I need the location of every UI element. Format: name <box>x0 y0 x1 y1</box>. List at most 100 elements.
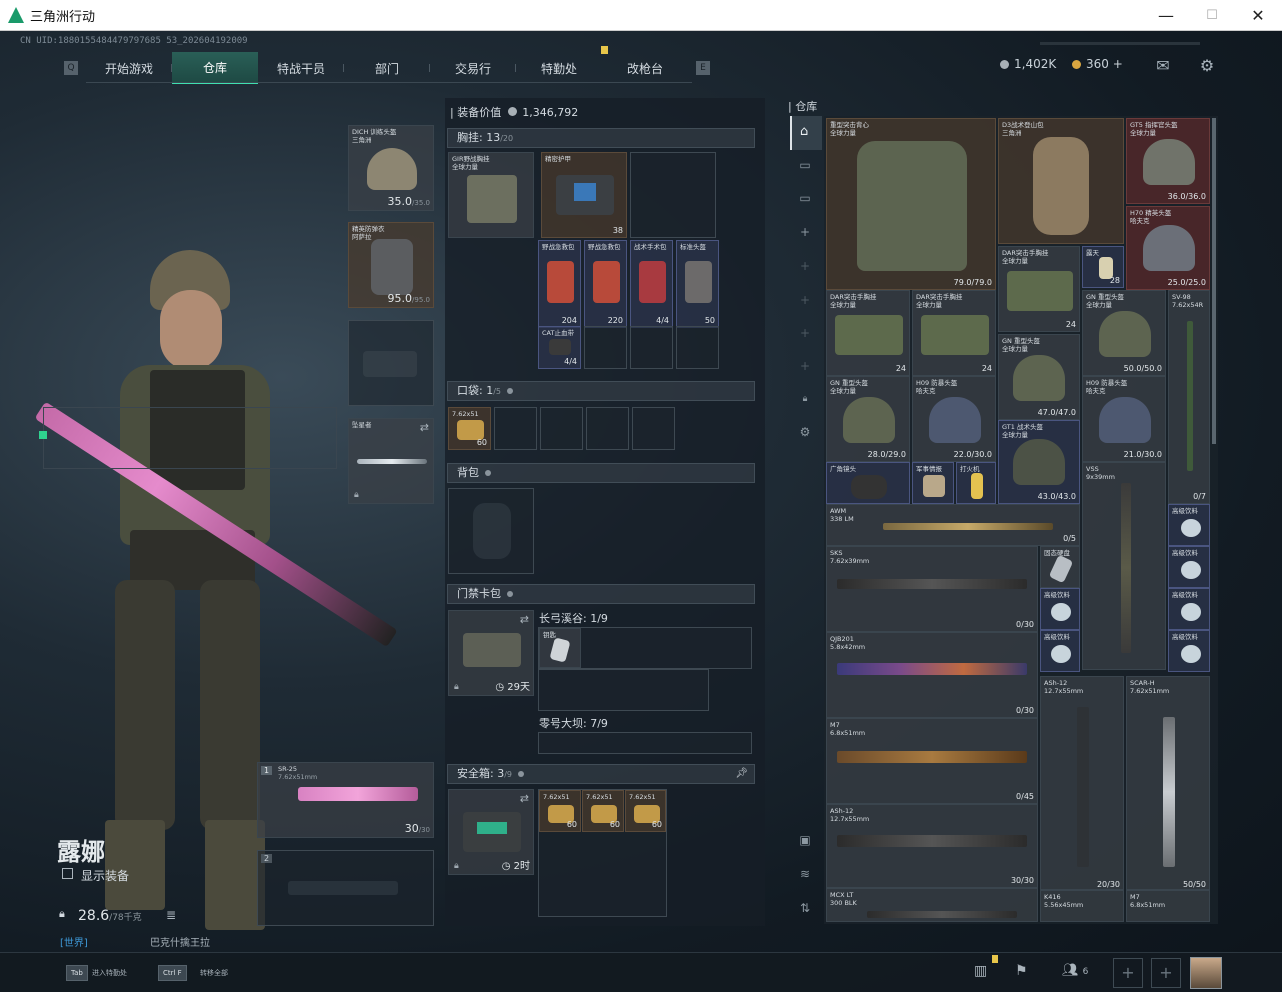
tab-department[interactable]: 部门 <box>344 52 430 84</box>
show-equipment-checkbox[interactable] <box>62 868 73 879</box>
keycard-item[interactable]: 钥匙 <box>539 628 581 668</box>
tab-market[interactable]: 交易行 <box>430 52 516 84</box>
mail-icon[interactable]: ✉ <box>1153 56 1173 75</box>
safe-ammo-item[interactable]: 7.62x51 60 <box>625 790 666 832</box>
add-storage-tab-icon[interactable]: + <box>797 325 813 341</box>
storage-item-drink[interactable]: 高级饮料 <box>1168 504 1210 546</box>
add-storage-tab-icon[interactable]: + <box>797 292 813 308</box>
secondary-weapon-slot[interactable]: 2 <box>257 850 434 926</box>
organize-icon[interactable]: ⇅ <box>797 900 813 916</box>
storage-item-dar-rig[interactable]: DAR突击手胸挂 全球力量 24 <box>826 290 910 376</box>
storage-item-drink[interactable]: 高级饮料 <box>1168 588 1210 630</box>
storage-item-h70-helmet[interactable]: H70 精英头盔 哈夫克 25.0/25.0 <box>1126 206 1210 290</box>
melee-slot[interactable]: 坠星者 ⇄ 🔒︎ <box>348 418 434 504</box>
sort-icon[interactable]: ▣ <box>797 832 813 848</box>
storage-item-intel[interactable]: 军事情报 <box>912 462 954 504</box>
storage-item-gn-helmet[interactable]: GN 重型头盔 全球力量 50.0/50.0 <box>1082 290 1166 376</box>
lock-icon[interactable]: 🔒︎ <box>797 391 813 407</box>
list-icon[interactable]: ≣ <box>166 908 176 922</box>
tab-start-game[interactable]: 开始游戏 <box>86 52 172 84</box>
flag-icon[interactable]: ⚑ <box>1015 963 1028 979</box>
storage-item-heavy-vest[interactable]: 重型突击背心 全球力量 79.0/79.0 <box>826 118 996 290</box>
chest-item-surgery-kit[interactable]: 战术手术包 4/4 <box>630 240 673 328</box>
player-avatar[interactable] <box>1190 957 1222 989</box>
tab-operators[interactable]: 特战干员 <box>258 52 344 84</box>
add-storage-tab-icon[interactable]: + <box>797 258 813 274</box>
storage-item-scar-h[interactable]: SCAR-H 7.62x51mm <box>1126 676 1210 890</box>
storage-item-h09-helmet[interactable]: H09 防暴头盔 哈夫克 22.0/30.0 <box>912 376 996 462</box>
pistol-slot[interactable] <box>348 320 434 406</box>
close-button[interactable]: ✕ <box>1235 0 1281 31</box>
storage-item-gn-helmet[interactable]: GN 重型头盔 全球力量 28.0/29.0 <box>826 376 910 462</box>
storage-item-wide-lens[interactable]: 广角镜头 <box>826 462 910 504</box>
backpack-slot[interactable] <box>448 488 534 574</box>
storage-item-awm[interactable]: AWM 338 LM 0/5 <box>826 504 1080 546</box>
swap-icon[interactable]: ⇄ <box>520 792 529 805</box>
nav-prev-key-icon[interactable]: Q <box>64 61 78 75</box>
minimize-button[interactable]: — <box>1143 0 1189 31</box>
squad-icon[interactable]: 👥︎ 6 <box>1062 963 1088 978</box>
storage-item-gn-helmet[interactable]: GN 重型头盔 全球力量 47.0/47.0 <box>998 334 1080 420</box>
pocket-empty-slot[interactable] <box>494 407 537 450</box>
storage-settings-icon[interactable]: ⚙ <box>797 424 813 440</box>
storage-item-sv98[interactable]: SV-98 7.62x54R 0/7 <box>1168 290 1210 504</box>
storage-item-k416[interactable]: K416 5.56x45mm 20/30 <box>1040 880 1124 922</box>
tab-special-ops[interactable]: 特勤处 <box>516 46 608 84</box>
helmet-slot[interactable]: DICH 训练头盔 三角洲 35.0/35.0 <box>348 125 434 211</box>
storage-tab-2-icon[interactable]: ▭ <box>797 190 813 206</box>
add-storage-tab-icon[interactable]: + <box>797 224 813 240</box>
storage-item-ssd[interactable]: 固态硬盘 <box>1040 546 1080 588</box>
chest-empty-slot[interactable] <box>630 152 716 238</box>
chest-rig-slot[interactable]: GIR野战胸挂 全球力量 <box>448 152 534 238</box>
pin-icon[interactable]: 📌︎ <box>735 765 748 783</box>
safe-ammo-item[interactable]: 7.62x51 60 <box>582 790 624 832</box>
chest-empty-slot[interactable] <box>584 326 627 369</box>
storage-item-drink[interactable]: 高级饮料 <box>1168 546 1210 588</box>
storage-item-m7-2[interactable]: M7 6.8x51mm 50/50 <box>1126 880 1210 922</box>
storage-item-ash12-vertical[interactable]: ASh-12 12.7x55mm <box>1040 676 1124 890</box>
pocket-empty-slot[interactable] <box>632 407 675 450</box>
armor-case-item[interactable]: 精密护甲 38 <box>541 152 627 238</box>
chest-item-tourniquet[interactable]: CAT止血带 4/4 <box>538 326 581 369</box>
storage-item-gt5-helmet[interactable]: GT5 指挥官头盔 全球力量 36.0/36.0 <box>1126 118 1210 204</box>
storage-tab-all[interactable]: ⌂ <box>790 116 822 150</box>
pocket-ammo-item[interactable]: 7.62x51 60 <box>448 407 491 450</box>
ctrl-f-key-hint[interactable]: Ctrl F <box>158 965 187 981</box>
swap-icon[interactable]: ⇄ <box>520 613 529 626</box>
settings-gear-icon[interactable]: ⚙ <box>1197 56 1217 75</box>
chest-item-medkit-2[interactable]: 野战急救包 220 <box>584 240 627 328</box>
safe-ammo-item[interactable]: 7.62x51 60 <box>539 790 581 832</box>
storage-item-mcx-lt[interactable]: MCX LT 300 BLK <box>826 888 1038 922</box>
storage-item-drink[interactable]: 高级饮料 <box>1168 630 1210 672</box>
tab-warehouse[interactable]: 仓库 <box>172 52 258 84</box>
storage-item-sks[interactable]: SKS 7.62x39mm 0/30 <box>826 546 1038 632</box>
storage-item-qjb201[interactable]: QJB201 5.8x42mm 0/30 <box>826 632 1038 718</box>
chest-item-medkit-1[interactable]: 野战急救包 204 <box>538 240 581 328</box>
pocket-empty-slot[interactable] <box>586 407 629 450</box>
storage-item-drink[interactable]: 高级饮料 <box>1040 588 1080 630</box>
invite-slot-button[interactable]: + <box>1151 958 1181 988</box>
storage-item-gt1-helmet[interactable]: GT1 战术头盔 全球力量 43.0/43.0 <box>998 420 1080 504</box>
storage-item-dar-rig[interactable]: DAR突击手胸挂 全球力量 24 <box>912 290 996 376</box>
storage-item-ash12[interactable]: ASh-12 12.7x55mm 30/30 <box>826 804 1038 888</box>
storage-item-dar-rig[interactable]: DAR突击手胸挂 全球力量 24 <box>998 246 1080 332</box>
add-tickets-button[interactable]: + <box>1113 57 1123 71</box>
storage-item-vss[interactable]: VSS 9x39mm <box>1082 462 1166 670</box>
pocket-empty-slot[interactable] <box>540 407 583 450</box>
stats-icon[interactable]: ▥ <box>974 963 987 979</box>
chest-empty-slot[interactable] <box>676 326 719 369</box>
storage-item-h09-helmet[interactable]: H09 防暴头盔 哈夫克 21.0/30.0 <box>1082 376 1166 462</box>
invite-slot-button[interactable]: + <box>1113 958 1143 988</box>
nav-next-key-icon[interactable]: E <box>696 61 710 75</box>
storage-item-small[interactable]: 露天 28 <box>1082 246 1124 288</box>
tab-gunsmith[interactable]: 改枪台 <box>602 52 688 84</box>
tab-key-hint[interactable]: Tab <box>66 965 88 981</box>
currency-tickets[interactable]: 360 + <box>1072 57 1123 71</box>
safe-box-slot[interactable]: ⇄ 🔒︎ ◷ 2时 <box>448 789 534 875</box>
info-icon[interactable] <box>507 388 514 394</box>
chest-empty-slot[interactable] <box>630 326 673 369</box>
storage-item-lighter[interactable]: 打火机 <box>956 462 996 504</box>
primary-weapon-slot[interactable]: 1 SR-25 7.62x51mm 30/30 <box>257 762 434 838</box>
storage-item-d3-backpack[interactable]: D3战术登山包 三角洲 <box>998 118 1124 244</box>
storage-item-m7[interactable]: M7 6.8x51mm 0/45 <box>826 718 1038 804</box>
